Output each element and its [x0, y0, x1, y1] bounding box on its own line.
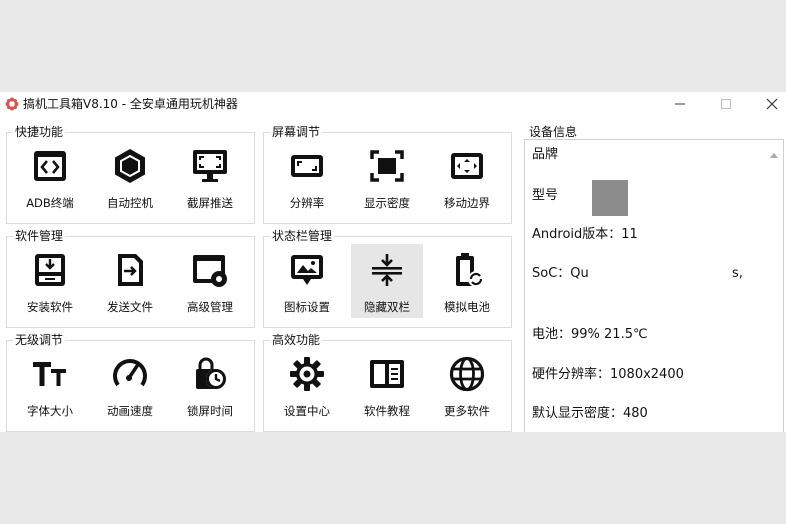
tile-label: 更多软件	[444, 404, 490, 418]
redacted-block	[592, 180, 628, 216]
vertical-scrollbar[interactable]	[768, 146, 780, 432]
tile-label: 发送文件	[107, 300, 153, 314]
tile-label: 隐藏双栏	[364, 300, 410, 314]
soc-line: SoC：Qu	[532, 266, 589, 281]
hexagon-icon	[115, 149, 145, 183]
tile-settings-center[interactable]: 设置中心	[271, 348, 343, 422]
close-icon	[766, 98, 778, 110]
tile-install-software[interactable]: 安装软件	[14, 244, 86, 318]
tile-auto-control[interactable]: 自动控机	[94, 140, 166, 214]
battery-sync-icon	[456, 253, 484, 287]
group-label-screen: 屏幕调节	[270, 125, 323, 139]
group-efficient-functions: 高效功能 设置中心 软件教程 更多软件	[263, 333, 512, 432]
minimize-icon	[675, 103, 685, 105]
density-line: 默认显示密度：480	[532, 406, 648, 421]
device-info-panel[interactable]: 品牌 型号 Android版本：11 SoC：Qu s, 电池：99% 21.5…	[524, 139, 784, 432]
tile-icon-settings[interactable]: 图标设置	[271, 244, 343, 318]
collapse-vertical-icon	[372, 254, 402, 286]
tile-label: 移动边界	[444, 196, 490, 210]
tile-resolution[interactable]: 分辨率	[271, 140, 343, 214]
tile-software-tutorial[interactable]: 软件教程	[351, 348, 423, 422]
group-statusbar-management: 状态栏管理 图标设置 隐藏双栏 模拟电池	[263, 229, 512, 328]
tile-simulate-battery[interactable]: 模拟电池	[431, 244, 503, 318]
speedometer-icon	[113, 359, 147, 387]
group-label-statusbar: 状态栏管理	[270, 229, 335, 243]
battery-line: 电池：99% 21.5℃	[532, 327, 648, 342]
tile-label: 截屏推送	[187, 196, 233, 210]
model-line: 型号	[532, 188, 559, 203]
tile-label: 显示密度	[364, 196, 410, 210]
tile-label: 软件教程	[364, 404, 410, 418]
install-tray-icon	[35, 254, 65, 286]
android-version-line: Android版本：11	[532, 227, 638, 242]
group-software-management: 软件管理 安装软件 发送文件 高级管理	[6, 229, 255, 328]
tile-label: 动画速度	[107, 404, 153, 418]
tile-display-density[interactable]: 显示密度	[351, 140, 423, 214]
book-icon	[370, 360, 404, 388]
title-bar: 搞机工具箱V8.10 - 全安卓通用玩机神器	[0, 92, 786, 116]
gear-flower-icon	[5, 97, 19, 111]
group-label-quick: 快捷功能	[13, 125, 66, 139]
lock-clock-icon	[196, 357, 226, 389]
main-window: 搞机工具箱V8.10 - 全安卓通用玩机神器 快捷功能 ADB终端 自动控机 截…	[0, 92, 786, 432]
tile-adb-terminal[interactable]: ADB终端	[14, 140, 86, 214]
close-button[interactable]	[749, 92, 786, 116]
text-size-icon	[33, 362, 66, 386]
monitor-capture-icon	[193, 150, 227, 182]
tile-animation-speed[interactable]: 动画速度	[94, 348, 166, 422]
minimize-button[interactable]	[657, 92, 703, 116]
tile-label: ADB终端	[26, 196, 74, 210]
image-icon	[291, 255, 323, 285]
group-label-efficient: 高效功能	[270, 333, 323, 347]
aspect-ratio-icon	[291, 155, 323, 177]
resolution-line: 硬件分辨率：1080x2400	[532, 367, 684, 382]
tile-label: 模拟电池	[444, 300, 490, 314]
tile-label: 分辨率	[289, 196, 325, 210]
tile-label: 安装软件	[27, 300, 73, 314]
gear-icon	[290, 357, 324, 391]
soc-tail: s,	[732, 266, 743, 281]
file-send-icon	[118, 254, 143, 286]
maximize-button[interactable]	[703, 92, 749, 116]
tile-hide-double-bar[interactable]: 隐藏双栏	[351, 244, 423, 318]
group-label-software: 软件管理	[13, 229, 66, 243]
tile-screenshot-push[interactable]: 截屏推送	[174, 140, 246, 214]
group-stepless-adjust: 无级调节 字体大小 动画速度 锁屏时间	[6, 333, 255, 432]
brand-line: 品牌	[532, 147, 559, 162]
tile-move-edges[interactable]: 移动边界	[431, 140, 503, 214]
group-label-stepless: 无级调节	[13, 333, 66, 347]
tile-font-size[interactable]: 字体大小	[14, 348, 86, 422]
tile-send-file[interactable]: 发送文件	[94, 244, 166, 318]
tile-lock-screen-time[interactable]: 锁屏时间	[174, 348, 246, 422]
tile-label: 字体大小	[27, 404, 73, 418]
group-quick-functions: 快捷功能 ADB终端 自动控机 截屏推送	[6, 125, 255, 224]
device-info-label: 设备信息	[529, 125, 578, 139]
scroll-up-icon[interactable]	[768, 151, 780, 161]
window-title: 搞机工具箱V8.10 - 全安卓通用玩机神器	[23, 97, 238, 111]
group-screen-adjust: 屏幕调节 分辨率 显示密度 移动边界	[263, 125, 512, 224]
tile-label: 图标设置	[284, 300, 330, 314]
tile-label: 自动控机	[107, 196, 153, 210]
tile-label: 高级管理	[187, 300, 233, 314]
code-brackets-icon	[34, 151, 66, 181]
tile-advanced-management[interactable]: 高级管理	[174, 244, 246, 318]
globe-icon	[449, 356, 485, 392]
window-gear-icon	[193, 255, 227, 287]
move-edges-icon	[451, 153, 483, 179]
tile-label: 锁屏时间	[187, 404, 233, 418]
maximize-icon	[721, 99, 731, 109]
fullscreen-icon	[370, 150, 404, 182]
tile-label: 设置中心	[284, 404, 330, 418]
tile-more-software[interactable]: 更多软件	[431, 348, 503, 422]
